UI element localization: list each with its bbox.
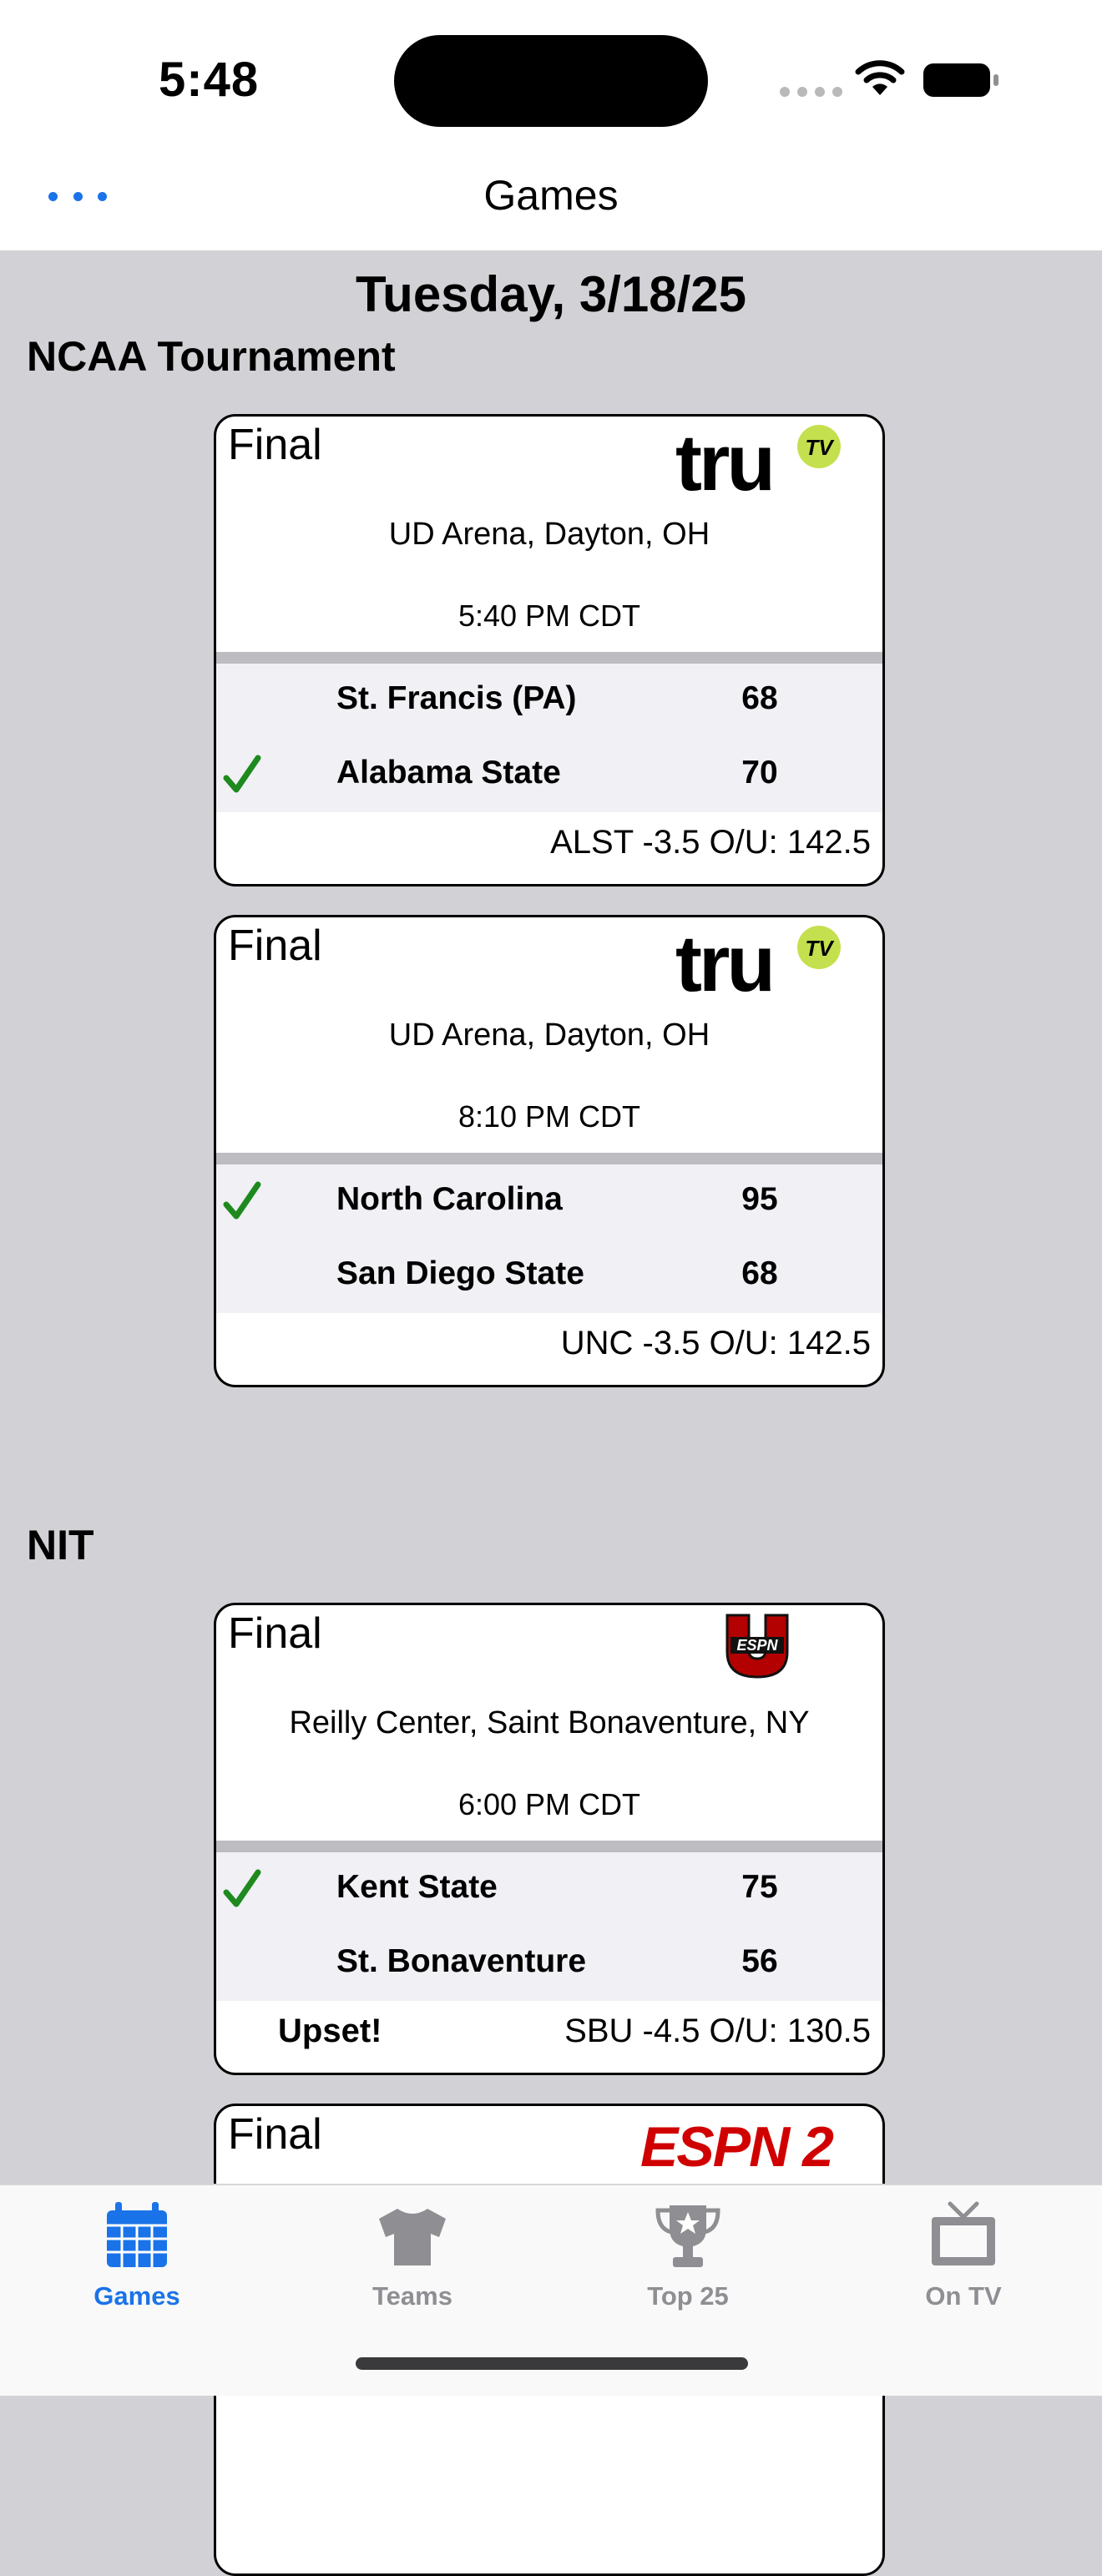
- team-name: Kent State: [336, 1869, 498, 1905]
- game-card[interactable]: Final ESPN Reilly Center, Saint Bonavent…: [214, 1603, 885, 2075]
- trophy-icon: [655, 2205, 720, 2267]
- team-score: 70: [741, 755, 778, 790]
- tab-top25[interactable]: Top 25: [579, 2200, 796, 2311]
- game-venue: UD Arena, Dayton, OH: [388, 517, 710, 552]
- game-venue: UD Arena, Dayton, OH: [388, 1018, 710, 1053]
- tv-icon: [932, 2201, 995, 2265]
- team-row: St. Bonaventure 56: [216, 1927, 882, 2001]
- jersey-icon: [379, 2209, 446, 2265]
- game-status: Final: [228, 2110, 322, 2159]
- team-row: Alabama State 70: [216, 738, 882, 812]
- betting-line: UNC -3.5 O/U: 142.5: [560, 1325, 871, 1361]
- game-time: 8:10 PM CDT: [457, 1099, 641, 1134]
- team-name: North Carolina: [336, 1181, 563, 1217]
- tab-games[interactable]: Games: [28, 2200, 245, 2311]
- divider: [216, 1841, 882, 1852]
- battery-icon: [923, 63, 998, 97]
- svg-text:TV: TV: [805, 435, 835, 460]
- tab-teams[interactable]: Teams: [304, 2200, 521, 2311]
- cellular-signal-icon: [780, 86, 850, 101]
- divider: [216, 1153, 882, 1164]
- game-status: Final: [228, 922, 322, 970]
- teams-block: North Carolina 95 San Diego State 68: [216, 1164, 882, 1313]
- team-score: 56: [741, 1943, 778, 1979]
- section-title-ncaa: NCAA Tournament: [27, 333, 396, 380]
- team-score: 68: [741, 1255, 778, 1291]
- tab-label: Games: [94, 2281, 180, 2311]
- game-time: 6:00 PM CDT: [457, 1787, 641, 1821]
- svg-text:ESPN 2: ESPN 2: [640, 2116, 834, 2174]
- dynamic-island: [394, 35, 708, 127]
- trutv-logo: tru TV: [675, 423, 841, 498]
- team-name: San Diego State: [336, 1255, 584, 1291]
- teams-block: St. Francis (PA) 68 Alabama State 70: [216, 664, 882, 812]
- game-venue: Reilly Center, Saint Bonaventure, NY: [289, 1705, 810, 1740]
- winner-checkmark-icon: [223, 1181, 261, 1220]
- game-status: Final: [228, 1609, 322, 1658]
- team-score: 68: [741, 680, 778, 716]
- status-time: 5:48: [159, 53, 260, 107]
- header: 5:48 Games: [0, 0, 1102, 250]
- divider: [216, 652, 882, 664]
- winner-checkmark-icon: [223, 755, 261, 793]
- trutv-logo: tru TV: [675, 924, 841, 999]
- team-row: St. Francis (PA) 68: [216, 664, 882, 738]
- game-status: Final: [228, 421, 322, 469]
- teams-block: Kent State 75 St. Bonaventure 56: [216, 1852, 882, 2001]
- tab-label: Top 25: [647, 2281, 729, 2311]
- tab-label: Teams: [372, 2281, 452, 2311]
- betting-line: SBU -4.5 O/U: 130.5: [564, 2013, 871, 2049]
- game-time: 5:40 PM CDT: [457, 599, 641, 633]
- tab-label: On TV: [925, 2281, 1002, 2311]
- espn2-logo: ESPN 2: [640, 2116, 836, 2174]
- game-card[interactable]: Final tru TV UD Arena, Dayton, OH 5:40 P…: [214, 414, 885, 886]
- date-heading: Tuesday, 3/18/25: [355, 266, 747, 322]
- svg-text:TV: TV: [805, 936, 835, 961]
- tab-on-tv[interactable]: On TV: [855, 2200, 1072, 2311]
- game-footer: UNC -3.5 O/U: 142.5: [216, 1318, 882, 1385]
- team-name: St. Francis (PA): [336, 680, 577, 716]
- wifi-icon: [855, 60, 905, 95]
- page-title: Games: [483, 172, 619, 219]
- game-card[interactable]: Final tru TV UD Arena, Dayton, OH 8:10 P…: [214, 915, 885, 1387]
- upset-badge: Upset!: [278, 2013, 382, 2049]
- betting-line: ALST -3.5 O/U: 142.5: [550, 824, 871, 861]
- team-row: Kent State 75: [216, 1852, 882, 1927]
- espnu-logo: ESPN: [725, 1614, 789, 1679]
- home-indicator: [356, 2357, 748, 2370]
- svg-text:ESPN: ESPN: [736, 1637, 778, 1654]
- game-footer: Upset! SBU -4.5 O/U: 130.5: [216, 2006, 882, 2073]
- game-footer: ALST -3.5 O/U: 142.5: [216, 817, 882, 884]
- svg-text:tru: tru: [675, 423, 772, 498]
- team-score: 95: [741, 1181, 778, 1217]
- team-row: San Diego State 68: [216, 1239, 882, 1313]
- calendar-icon: [107, 2202, 167, 2267]
- winner-checkmark-icon: [223, 1869, 261, 1907]
- section-title-nit: NIT: [27, 1522, 94, 1568]
- team-row: North Carolina 95: [216, 1164, 882, 1239]
- team-score: 75: [741, 1869, 778, 1905]
- team-name: Alabama State: [336, 755, 561, 790]
- team-name: St. Bonaventure: [336, 1943, 587, 1979]
- svg-text:tru: tru: [675, 924, 772, 999]
